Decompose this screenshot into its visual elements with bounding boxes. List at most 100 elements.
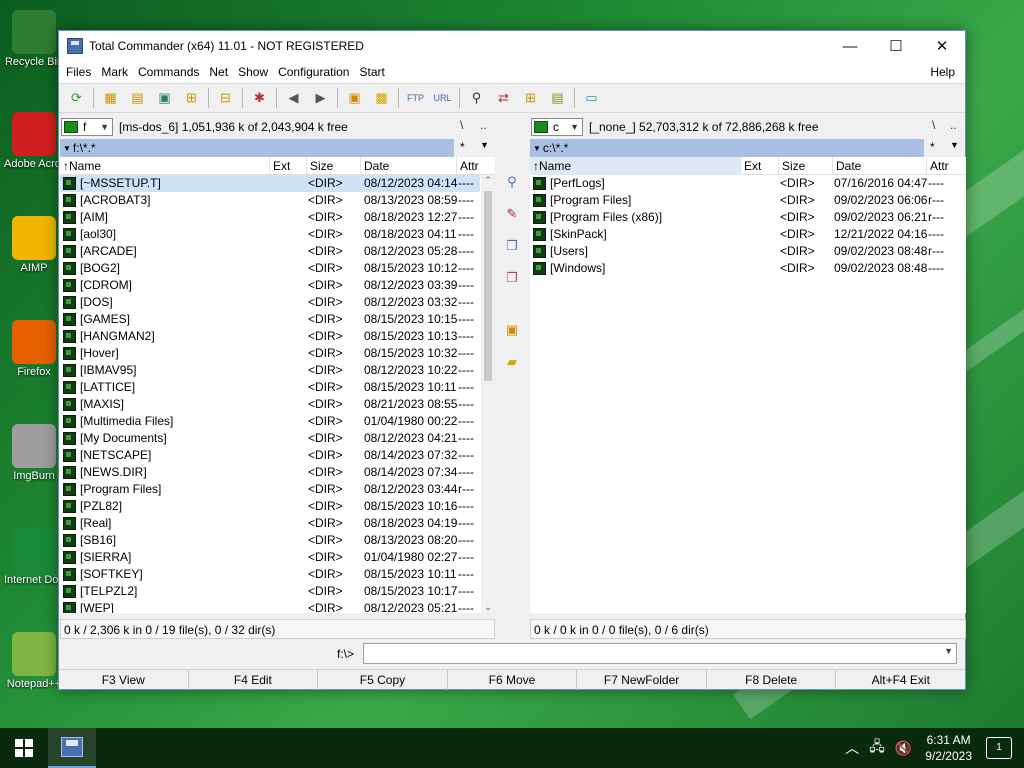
left-filter[interactable]: * [460,140,465,154]
chevron-up-icon[interactable]: ︿ [845,738,859,758]
back-icon[interactable]: ◀ [283,87,305,109]
right-filter[interactable]: * [930,140,935,154]
url-icon[interactable]: URL [432,87,454,109]
network-icon[interactable]: 🖧 [869,736,885,760]
history-dropdown-icon[interactable]: ▼ [533,144,541,153]
maximize-button[interactable]: ☐ [873,31,919,61]
right-root-button[interactable]: \ [932,118,935,132]
file-row[interactable]: [Program Files] <DIR> 09/02/2023 06:06 r--- [530,192,964,209]
file-row[interactable]: [PZL82] <DIR> 08/15/2023 10:16 ---- [60,498,480,515]
file-row[interactable]: [aol30] <DIR> 08/18/2023 04:11 ---- [60,226,480,243]
file-row[interactable]: [Hover] <DIR> 08/15/2023 10:32 ---- [60,345,480,362]
file-row[interactable]: [HANGMAN2] <DIR> 08/15/2023 10:13 ---- [60,328,480,345]
taskbar-total-commander[interactable] [48,728,96,768]
thumbnails-icon[interactable]: ▣ [154,87,176,109]
scroll-down-icon[interactable]: ⌄ [481,602,495,613]
file-row[interactable]: [Windows] <DIR> 09/02/2023 08:48 ---- [530,260,964,277]
right-up-button[interactable]: .. [950,118,957,132]
menu-files[interactable]: Files [61,61,96,83]
right-file-list[interactable]: [PerfLogs] <DIR> 07/16/2016 04:47 ---- [Prog… [530,175,966,613]
desktop-icon-0[interactable]: Recycle Bin [4,10,64,68]
invert-selection-icon[interactable]: ⊟ [215,87,237,109]
file-row[interactable]: [SB16] <DIR> 08/13/2023 08:20 ---- [60,532,480,549]
multi-rename-icon[interactable]: ⊞ [520,87,542,109]
clock[interactable]: 6:31 AM 9/2/2023 [925,732,972,764]
file-row[interactable]: [Multimedia Files] <DIR> 01/04/1980 00:22-… [60,413,480,430]
f3-view-button[interactable]: F3 View [59,670,189,690]
column-date[interactable]: Date [361,157,457,175]
left-up-button[interactable]: .. [480,118,487,132]
f6-move-button[interactable]: F6 Move [448,670,578,690]
menu-commands[interactable]: Commands [133,61,204,83]
file-row[interactable]: [Users] <DIR> 09/02/2023 08:48 r--- [530,243,964,260]
close-button[interactable]: ✕ [919,31,965,61]
file-row[interactable]: [NETSCAPE] <DIR> 08/14/2023 07:32 ---- [60,447,480,464]
column-attr[interactable]: Attr [457,157,492,175]
history-dropdown-icon[interactable]: ▼ [63,144,71,153]
menu-start[interactable]: Start [354,61,389,83]
file-row[interactable]: [CDROM] <DIR> 08/12/2023 03:39 ---- [60,277,480,294]
chevron-down-icon[interactable]: ▼ [480,140,489,150]
column-name[interactable]: ↑Name [530,157,741,175]
file-row[interactable]: [IBMAV95] <DIR> 08/12/2023 10:22 ---- [60,362,480,379]
column-date[interactable]: Date [833,157,927,175]
scroll-up-icon[interactable]: ⌃ [481,175,495,186]
f5-copy-button[interactable]: F5 Copy [318,670,448,690]
f4-edit-button[interactable]: F4 Edit [189,670,319,690]
sync-dirs-icon[interactable]: ⇄ [493,87,515,109]
desktop-icon-5[interactable]: Internet Download [4,528,64,586]
refresh-icon[interactable]: ⟳ [66,87,88,109]
pack-icon[interactable]: ▣ [501,319,523,341]
notification-center-button[interactable]: 1 [986,737,1012,759]
title-bar[interactable]: Total Commander (x64) 11.01 - NOT REGIST… [59,31,965,61]
tree-icon[interactable]: ⊞ [181,87,203,109]
copy-icon[interactable]: ❐ [501,235,523,257]
brief-view-icon[interactable]: ▦ [100,87,122,109]
file-row[interactable]: [DOS] <DIR> 08/12/2023 03:32 ---- [60,294,480,311]
notepad-icon[interactable]: ▭ [581,87,603,109]
column-attr[interactable]: Attr [927,157,965,175]
file-row[interactable]: [Program Files] <DIR> 08/12/2023 03:44 r--- [60,481,480,498]
alt-f4-exit-button[interactable]: Alt+F4 Exit [836,670,965,690]
desktop-icon-4[interactable]: ImgBurn [4,424,64,482]
left-path-bar[interactable]: ▼ f:\*.* [60,139,454,157]
left-file-list[interactable]: ⌃ ⌄ [~MSSETUP.T] <DIR> 08/12/2023 04:14 ---… [60,175,495,613]
column-size[interactable]: Size [307,157,361,175]
file-row[interactable]: [My Documents] <DIR> 08/12/2023 04:21 ---- [60,430,480,447]
file-row[interactable]: [ACROBAT3] <DIR> 08/13/2023 08:59 ---- [60,192,480,209]
left-panel[interactable]: f ▼ [ms-dos_6] 1,051,936 k of 2,043,904 … [60,115,495,639]
compare-dirs-icon[interactable]: ✱ [249,87,271,109]
file-row[interactable]: [GAMES] <DIR> 08/15/2023 10:15 ---- [60,311,480,328]
edit-icon[interactable]: ✎ [501,203,523,225]
f8-delete-button[interactable]: F8 Delete [707,670,837,690]
chevron-down-icon[interactable]: ▼ [944,646,953,656]
column-name[interactable]: ↑Name [60,157,270,175]
column-ext[interactable]: Ext [741,157,779,175]
desktop-icon-2[interactable]: AIMP [4,216,64,274]
ftp-icon[interactable]: FTP [405,87,427,109]
view-icon[interactable]: ⚲ [501,171,523,193]
volume-muted-icon[interactable]: 🔇 [895,740,912,757]
file-row[interactable]: [AIM] <DIR> 08/18/2023 12:27 ---- [60,209,480,226]
menu-net[interactable]: Net [204,61,233,83]
file-row[interactable]: [PerfLogs] <DIR> 07/16/2016 04:47 ---- [530,175,964,192]
file-row[interactable]: [SIERRA] <DIR> 01/04/1980 02:27 ---- [60,549,480,566]
desktop-icon-3[interactable]: Firefox [4,320,64,378]
pack-icon[interactable]: ▣ [344,87,366,109]
minimize-button[interactable]: — [827,31,873,61]
right-panel[interactable]: c ▼ [_none_] 52,703,312 k of 72,886,268 … [530,115,966,639]
desktop-icon-6[interactable]: Notepad++ [4,632,64,690]
scroll-thumb[interactable] [484,191,492,381]
left-root-button[interactable]: \ [460,118,463,132]
right-path-bar[interactable]: ▼ c:\*.* [530,139,924,157]
chevron-down-icon[interactable]: ▼ [950,140,959,150]
file-row[interactable]: [NEWS.DIR] <DIR> 08/14/2023 07:34 ---- [60,464,480,481]
column-size[interactable]: Size [779,157,833,175]
file-row[interactable]: [BOG2] <DIR> 08/15/2023 10:12 ---- [60,260,480,277]
menu-help[interactable]: Help [925,61,960,83]
file-row[interactable]: [Program Files (x86)] <DIR> 09/02/2023 06:… [530,209,964,226]
copy-names-icon[interactable]: ▤ [547,87,569,109]
command-line-input[interactable] [363,643,957,664]
new-folder-icon[interactable]: ▰ [501,351,523,373]
file-row[interactable]: [MAXIS] <DIR> 08/21/2023 08:55 ---- [60,396,480,413]
